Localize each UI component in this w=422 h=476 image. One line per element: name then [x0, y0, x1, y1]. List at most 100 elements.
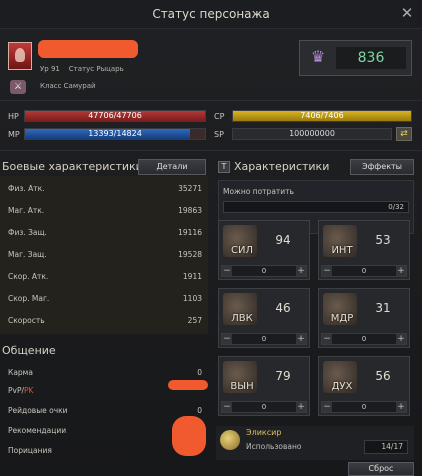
stat-abbr: ЛВК [231, 313, 253, 324]
stat-value: 257 [187, 316, 202, 325]
title-bar: Статус персонажа ✕ [0, 0, 422, 29]
stat-row: Скор. Маг. 1103 [2, 288, 208, 310]
minus-button[interactable]: − [322, 334, 332, 344]
close-icon[interactable]: ✕ [398, 4, 416, 22]
stat-row: Скорость 257 [2, 310, 208, 332]
minus-button[interactable]: − [322, 402, 332, 412]
minus-button[interactable]: − [322, 266, 332, 276]
stat-value: 1103 [182, 294, 202, 303]
minus-button[interactable]: − [222, 402, 232, 412]
stat-row: Физ. Защ. 19116 [2, 222, 208, 244]
stat-number: 79 [275, 369, 291, 383]
redacted-name [38, 40, 138, 58]
class-icon: ⚔ [10, 80, 26, 94]
stat-row: Маг. Защ. 19528 [2, 244, 208, 266]
blame-label: Порицания [8, 446, 52, 455]
stat-tile-con: ВЫН 79 − 0 + [218, 356, 310, 416]
plus-button[interactable]: + [296, 266, 306, 276]
stat-number: 31 [375, 301, 391, 315]
elixir-name: Эликсир [246, 428, 282, 437]
divider [0, 100, 422, 101]
minus-button[interactable]: − [222, 334, 232, 344]
stat-row: Скор. Атк. 1911 [2, 266, 208, 288]
stat-number: 56 [375, 369, 391, 383]
elixir-used-value: 14/17 [364, 440, 408, 454]
stat-value: 19116 [178, 228, 202, 237]
level-value: 91 [50, 65, 60, 73]
hp-bar: 47706/47706 [24, 110, 206, 122]
stat-tile-wit: МДР 31 − 0 + [318, 288, 410, 348]
character-avatar [8, 42, 32, 70]
stat-abbr: ДУХ [331, 381, 353, 392]
sp-bar: 100000000 [232, 128, 392, 140]
stat-tile-str: СИЛ 94 − 0 + [218, 220, 310, 280]
level-label: Ур [40, 65, 49, 73]
divider [0, 150, 422, 151]
mp-bar: 13393/14824 [24, 128, 206, 140]
stat-alloc: 0 [261, 403, 267, 411]
stat-stepper: − 0 + [321, 333, 407, 345]
status-label: Статус [68, 65, 95, 73]
stat-stepper: − 0 + [321, 401, 407, 413]
pk-label: PK [24, 386, 34, 395]
stat-label: Маг. Защ. [8, 250, 47, 259]
plus-button[interactable]: + [296, 402, 306, 412]
stat-number: 46 [275, 301, 291, 315]
characteristics-title: Характеристики [234, 160, 330, 173]
social-title: Общение [2, 344, 56, 357]
plus-button[interactable]: + [396, 402, 406, 412]
stat-stepper: − 0 + [221, 265, 307, 277]
class-label: Класс [40, 82, 62, 90]
effects-button[interactable]: Эффекты [350, 159, 414, 175]
crest-icon: ♛ [310, 47, 326, 66]
stat-row: Физ. Атк. 35271 [2, 178, 208, 200]
stat-alloc: 0 [261, 267, 267, 275]
plus-button[interactable]: + [396, 334, 406, 344]
stat-abbr: ИНТ [331, 245, 353, 256]
combat-stats-title: Боевые характеристики [2, 160, 143, 173]
karma-value: 0 [197, 368, 202, 377]
class-value: Самурай [63, 82, 96, 90]
stat-stepper: − 0 + [221, 401, 307, 413]
elixir-panel: Эликсир Использовано 14/17 [216, 426, 414, 460]
sp-label: SP [214, 130, 224, 139]
stat-label: Скорость [8, 316, 45, 325]
stat-number: 53 [375, 233, 391, 247]
reset-button[interactable]: Сброс [348, 462, 414, 476]
redacted-social [172, 416, 206, 456]
stat-number: 94 [275, 233, 291, 247]
stat-abbr: МДР [330, 313, 354, 324]
cp-label: CP [214, 112, 225, 121]
spend-label: Можно потратить [223, 187, 294, 196]
raid-value: 0 [197, 406, 202, 415]
stat-alloc: 0 [261, 335, 267, 343]
stat-abbr: СИЛ [231, 245, 253, 256]
plus-button[interactable]: + [396, 266, 406, 276]
details-button[interactable]: Детали [138, 159, 206, 175]
elixir-icon [220, 430, 240, 450]
karma-label: Карма [8, 368, 33, 377]
stat-label: Физ. Атк. [8, 184, 45, 193]
plus-button[interactable]: + [296, 334, 306, 344]
sp-convert-icon[interactable]: ⇄ [396, 127, 412, 141]
mp-label: MP [8, 130, 20, 139]
stat-tile-men: ДУХ 56 − 0 + [318, 356, 410, 416]
minus-button[interactable]: − [222, 266, 232, 276]
window-title: Статус персонажа [152, 7, 270, 21]
mp-text: 13393/14824 [88, 129, 142, 138]
status-value: Рыцарь [96, 65, 124, 73]
combat-power-box: ♛ 836 [299, 40, 412, 76]
stat-value: 1911 [182, 272, 202, 281]
stat-label: Скор. Атк. [8, 272, 49, 281]
stat-alloc: 0 [361, 403, 367, 411]
stat-value: 19863 [178, 206, 202, 215]
stat-tile-dex: ЛВК 46 − 0 + [218, 288, 310, 348]
points-bar: 0/32 [223, 201, 409, 213]
stat-abbr: ВЫН [230, 381, 254, 392]
stat-value: 19528 [178, 250, 202, 259]
combat-power-value: 836 [336, 47, 406, 69]
stat-row: Маг. Атк. 19863 [2, 200, 208, 222]
stat-tile-int: ИНТ 53 − 0 + [318, 220, 410, 280]
elixir-used-label: Использовано [246, 442, 302, 451]
stat-alloc: 0 [361, 335, 367, 343]
